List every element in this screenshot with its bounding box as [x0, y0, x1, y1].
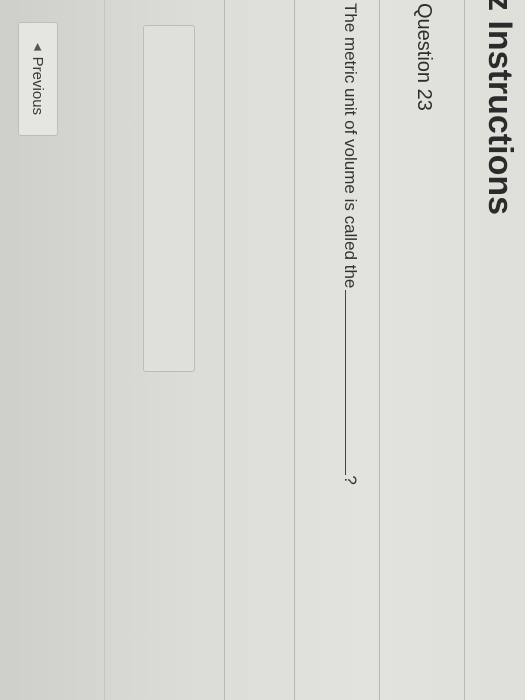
rotated-content: z Instructions Question 23 The metric un… [0, 0, 525, 700]
divider [104, 0, 105, 700]
previous-button-label: Previous [29, 56, 47, 116]
answer-input[interactable] [143, 25, 195, 372]
page-title: z Instructions [481, 0, 519, 216]
divider [464, 0, 465, 700]
question-text: The metric unit of volume is called the [341, 3, 360, 289]
question-end-mark: ? [341, 475, 360, 485]
triangle-left-icon: ◀ [32, 42, 44, 51]
divider [224, 0, 225, 700]
quiz-header: z Instructions [467, 0, 525, 700]
divider [379, 0, 380, 700]
previous-button[interactable]: ◀ Previous [18, 22, 58, 136]
screen: z Instructions Question 23 The metric un… [0, 0, 525, 700]
question-number: Question 23 [413, 3, 435, 111]
fill-in-blank-line [345, 290, 347, 476]
divider [294, 0, 295, 700]
question-prompt: The metric unit of volume is called the? [340, 3, 360, 485]
